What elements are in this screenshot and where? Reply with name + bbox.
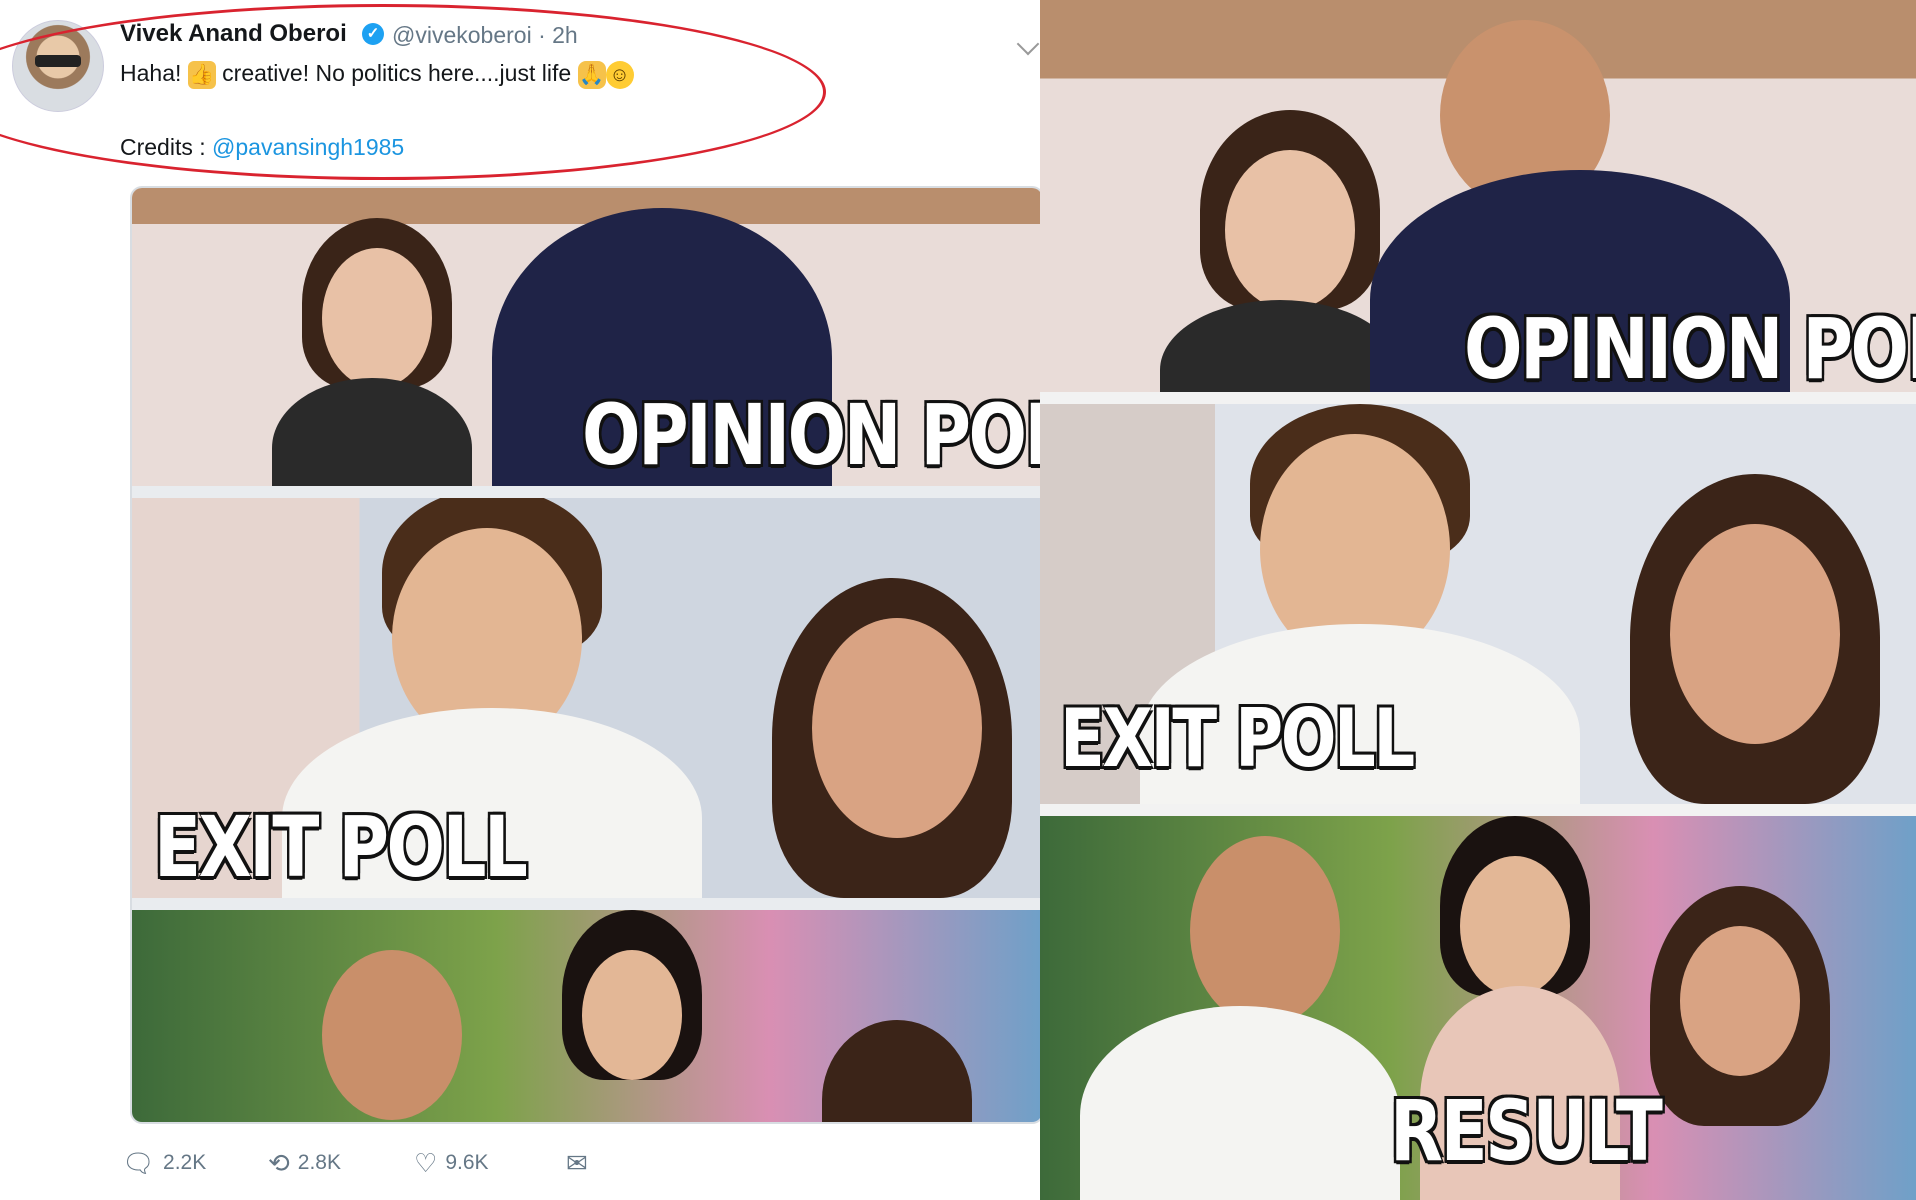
smile-emoji-icon: ☺: [605, 60, 634, 89]
reply-action[interactable]: 🗨 2.2K: [122, 1148, 206, 1179]
dm-action[interactable]: ✉: [566, 1148, 596, 1179]
meme-image-full: OPINION POLL EXIT POLL RESULT: [1040, 0, 1916, 1200]
chevron-down-icon[interactable]: [1016, 32, 1040, 56]
reply-icon: 🗨: [122, 1148, 156, 1178]
meme-panel-result: RESULT: [1040, 816, 1916, 1200]
tweet-text: Haha! 👍 creative! No politics here....ju…: [120, 60, 634, 89]
thumbs-up-emoji-icon: 👍: [187, 60, 216, 89]
tweet-text-part: Haha!: [120, 60, 188, 86]
meme-panel-opinion-poll: OPINION POLL: [132, 188, 1040, 486]
caption-result: RESULT: [1390, 1082, 1663, 1180]
credits-label: Credits :: [120, 134, 213, 160]
caption-exit-poll: EXIT POLL: [154, 798, 528, 896]
meme-panel-opinion-poll: OPINION POLL: [1040, 0, 1916, 392]
pray-emoji-icon: 🙏: [577, 60, 606, 89]
meme-panel-result: [132, 910, 1040, 1122]
author-avatar[interactable]: [12, 20, 104, 112]
caption-exit-poll: EXIT POLL: [1060, 692, 1415, 785]
envelope-icon: ✉: [566, 1148, 588, 1178]
heart-icon: ♡: [414, 1148, 438, 1178]
verified-badge-icon: ✓: [362, 23, 384, 45]
caption-opinion-poll: OPINION POLL: [1464, 300, 1916, 392]
author-name[interactable]: Vivek Anand Oberoi: [120, 20, 347, 48]
tweet-credits: Credits : @pavansingh1985: [120, 134, 404, 161]
author-handle-time[interactable]: @vivekoberoi · 2h: [392, 22, 578, 49]
tweet-text-part: creative! No politics here....just life: [215, 60, 578, 86]
meme-panel-exit-poll: EXIT POLL: [1040, 404, 1916, 804]
tweet-card: Vivek Anand Oberoi ✓ @vivekoberoi · 2h H…: [0, 0, 1040, 1200]
meme-panel-exit-poll: EXIT POLL: [132, 498, 1040, 898]
retweet-action[interactable]: ⟲ 2.8K: [268, 1148, 341, 1179]
retweet-count: 2.8K: [297, 1151, 341, 1175]
tweet-meme-image[interactable]: OPINION POLL EXIT POLL: [130, 186, 1040, 1124]
like-action[interactable]: ♡ 9.6K: [414, 1148, 489, 1179]
like-count: 9.6K: [445, 1151, 489, 1175]
caption-opinion-poll: OPINION POLL: [582, 386, 1040, 484]
retweet-icon: ⟲: [268, 1148, 290, 1178]
reply-count: 2.2K: [163, 1151, 207, 1175]
credits-mention-link[interactable]: @pavansingh1985: [212, 134, 404, 160]
